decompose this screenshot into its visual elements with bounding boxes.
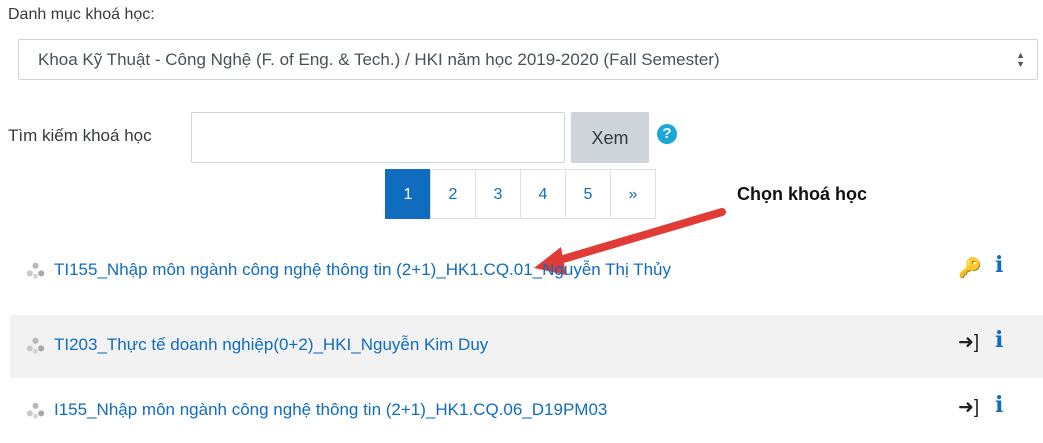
select-arrows-icon: ▲ ▼ [1016, 50, 1025, 69]
course-icon [26, 337, 45, 354]
key-icon: 🔑 [958, 258, 982, 279]
pagination: 1 2 3 4 5 » [385, 169, 656, 219]
sign-in-icon: ➜] [958, 332, 980, 353]
info-icon[interactable]: i [995, 252, 1003, 278]
question-circle-icon[interactable]: ? [657, 124, 677, 144]
course-category-select[interactable]: Khoa Kỹ Thuật - Công Nghệ (F. of Eng. & … [18, 39, 1038, 80]
annotation-label: Chọn khoá học [737, 184, 867, 204]
course-link[interactable]: TI155_Nhập môn ngành công nghệ thông tin… [54, 260, 671, 280]
course-search-label: Tìm kiếm khoá học [8, 126, 152, 145]
sign-in-icon: ➜] [958, 397, 980, 418]
course-category-selected-value: Khoa Kỹ Thuật - Công Nghệ (F. of Eng. & … [38, 50, 720, 69]
page-link-5[interactable]: 5 [565, 169, 611, 219]
page-link-1[interactable]: 1 [385, 169, 431, 219]
page-next-link[interactable]: » [610, 169, 656, 219]
info-icon[interactable]: i [995, 327, 1003, 353]
course-search-input[interactable] [191, 112, 565, 163]
course-link[interactable]: TI203_Thực tế doanh nghiệp(0+2)_HKI_Nguy… [54, 335, 488, 355]
search-submit-button[interactable]: Xem [571, 112, 649, 163]
page-link-2[interactable]: 2 [430, 169, 476, 219]
course-list-item: I155_Nhập môn ngành công nghệ thông tin … [10, 380, 1043, 443]
course-icon [26, 262, 45, 279]
course-link[interactable]: I155_Nhập môn ngành công nghệ thông tin … [54, 400, 607, 420]
course-list-item: TI203_Thực tế doanh nghiệp(0+2)_HKI_Nguy… [10, 315, 1043, 378]
page-link-4[interactable]: 4 [520, 169, 566, 219]
course-icon [26, 402, 45, 419]
course-category-label: Danh mục khoá học: [8, 6, 155, 23]
page-link-3[interactable]: 3 [475, 169, 521, 219]
course-list-item: TI155_Nhập môn ngành công nghệ thông tin… [10, 240, 1043, 303]
info-icon[interactable]: i [995, 392, 1003, 418]
